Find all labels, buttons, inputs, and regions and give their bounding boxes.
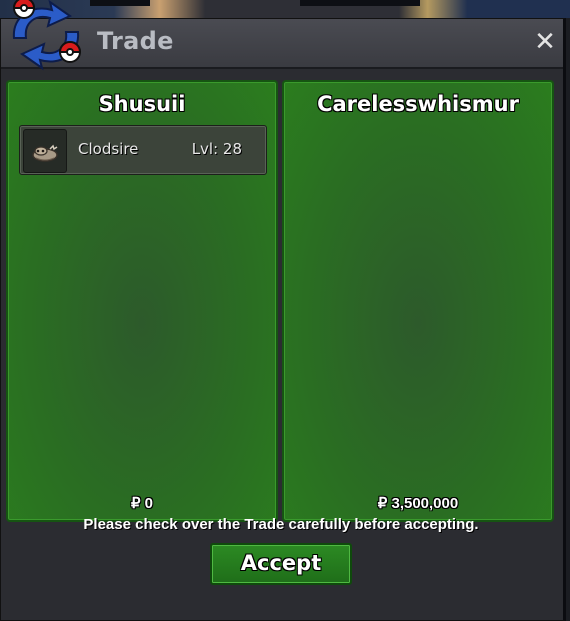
left-trade-panel: Shusuii Clodsire Lvl: 28 ₽ 0: [6, 80, 278, 522]
background-detail: [90, 0, 150, 6]
left-money-offer: ₽ 0: [130, 495, 154, 512]
trade-warning-text: Please check over the Trade carefully be…: [83, 516, 479, 533]
accept-button[interactable]: Accept: [210, 543, 352, 585]
left-player-name: Shusuii: [98, 92, 186, 116]
background-detail: [300, 0, 420, 6]
close-icon[interactable]: ✕: [534, 27, 556, 57]
right-money-offer: ₽ 3,500,000: [377, 495, 459, 512]
close-button[interactable]: ✕: [531, 28, 559, 56]
item-icon-frame: [23, 129, 67, 173]
trade-arrows-pokeballs-icon: [12, 0, 82, 71]
right-trade-panel: Carelesswhismur ₽ 3,500,000: [282, 80, 554, 522]
right-player-name: Carelesswhismur: [317, 92, 519, 116]
item-name: Clodsire: [78, 140, 139, 158]
clodsire-sprite-icon: [32, 144, 58, 162]
item-level: Lvl: 28: [191, 140, 242, 158]
trade-item-slot[interactable]: Clodsire Lvl: 28: [19, 125, 267, 175]
window-title: Trade: [97, 27, 174, 55]
